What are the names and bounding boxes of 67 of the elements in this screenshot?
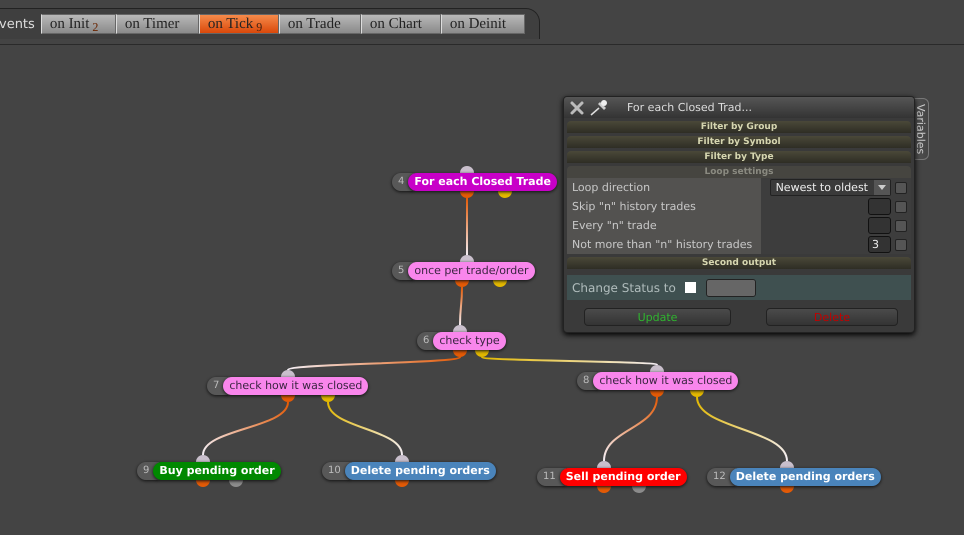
node-label[interactable]: check type	[433, 332, 506, 350]
output-port[interactable]	[196, 480, 210, 487]
status-label: Change Status to	[572, 280, 677, 294]
output-port[interactable]	[475, 350, 489, 357]
output-port[interactable]	[281, 395, 295, 402]
output-port[interactable]	[690, 390, 704, 397]
status-field[interactable]	[706, 278, 756, 296]
output-port[interactable]	[650, 390, 664, 397]
event-tab[interactable]: on Init $_{2}$	[40, 14, 116, 34]
output-port[interactable]	[229, 480, 243, 487]
checkbox[interactable]	[895, 238, 907, 250]
output-port[interactable]	[632, 486, 646, 493]
setting-label: Every "n" trade	[567, 216, 761, 235]
connector-line	[603, 396, 658, 462]
input-port[interactable]	[453, 325, 467, 332]
number-field[interactable]: 3	[868, 236, 891, 253]
output-port[interactable]	[453, 350, 467, 357]
close-icon[interactable]	[569, 100, 585, 116]
event-tab[interactable]: on Trade	[278, 14, 361, 34]
checkbox[interactable]	[895, 182, 907, 194]
panel-title: For each Closed Trad...	[627, 101, 752, 114]
setting-label: Loop direction	[567, 178, 761, 197]
dropdown-field[interactable]: Newest to oldest	[770, 179, 891, 196]
connector-line	[459, 286, 463, 326]
pin-icon[interactable]	[589, 98, 609, 116]
node-label[interactable]: Sell pending order	[560, 468, 687, 486]
input-port[interactable]	[395, 455, 409, 462]
event-tab[interactable]: on Deinit	[440, 14, 525, 34]
input-port[interactable]	[460, 255, 474, 262]
output-port[interactable]	[493, 280, 507, 287]
checkbox[interactable]	[895, 220, 907, 232]
input-port[interactable]	[460, 166, 474, 173]
number-field[interactable]	[868, 217, 891, 234]
event-tab[interactable]: on Chart	[360, 14, 441, 34]
checkbox[interactable]	[895, 200, 907, 212]
output-port[interactable]	[498, 191, 512, 198]
node-label[interactable]: check how it was closed	[593, 372, 738, 390]
input-port[interactable]	[196, 455, 210, 462]
input-port[interactable]	[281, 370, 295, 377]
node-label[interactable]: check how it was closed	[223, 377, 368, 395]
event-tab[interactable]: on Tick $_{9}$	[198, 14, 279, 34]
node-label[interactable]: Delete pending orders	[730, 468, 881, 486]
caret-icon	[878, 185, 886, 190]
output-port[interactable]	[321, 395, 335, 402]
setting-label: Skip "n" history trades	[567, 197, 761, 216]
output-port[interactable]	[395, 480, 409, 487]
input-port[interactable]	[780, 461, 794, 468]
event-tab[interactable]: on Timer	[116, 14, 199, 34]
section-header[interactable]: Second output	[567, 257, 911, 269]
section-header[interactable]: Filter by Type	[567, 151, 911, 163]
connector-line	[466, 198, 468, 255]
output-port[interactable]	[460, 191, 474, 198]
section-header[interactable]: Filter by Symbol	[567, 136, 911, 148]
output-port[interactable]	[597, 486, 611, 493]
node-label[interactable]: Buy pending order	[153, 462, 281, 480]
node-label[interactable]: For each Closed Trade	[408, 173, 557, 191]
output-port[interactable]	[780, 486, 794, 493]
input-port[interactable]	[597, 461, 611, 468]
number-field[interactable]	[868, 198, 891, 215]
node-label[interactable]: once per trade/order	[408, 262, 535, 280]
section-header[interactable]: Filter by Group	[567, 121, 911, 133]
checkbox[interactable]	[685, 282, 696, 293]
setting-label: Not more than "n" history trades	[567, 235, 761, 254]
output-port[interactable]	[455, 280, 469, 287]
input-port[interactable]	[650, 365, 664, 372]
node-label[interactable]: Delete pending orders	[344, 462, 496, 480]
update-button[interactable]: Update	[584, 308, 731, 326]
